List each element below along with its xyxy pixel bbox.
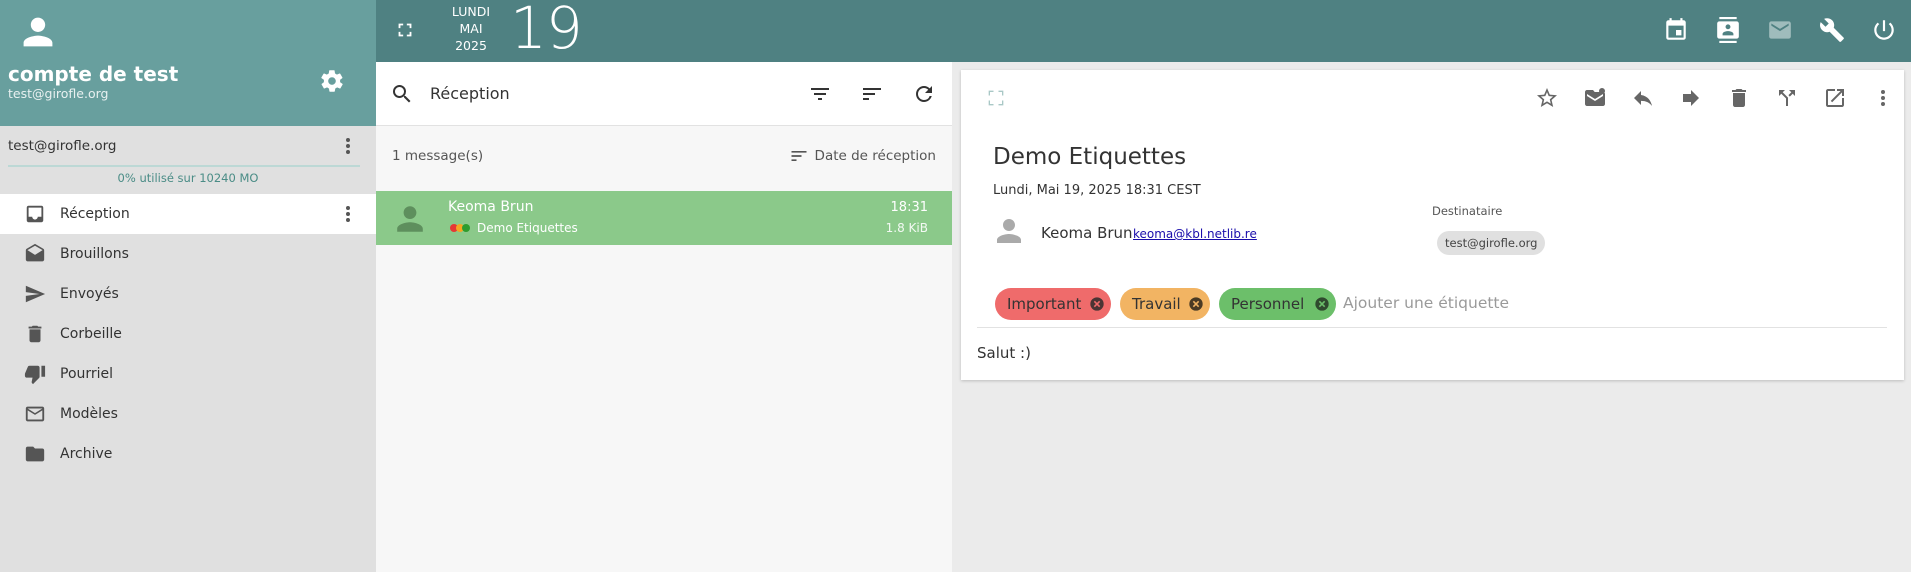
folder-item-drafts[interactable]: Brouillons (0, 234, 376, 274)
tag-dots-icon (450, 224, 470, 232)
mail-icon (25, 406, 45, 422)
folder-label: Réception (60, 206, 130, 222)
tag-label: Important (1007, 295, 1082, 313)
folder-title: Réception (430, 84, 510, 103)
folder-item-spam[interactable]: Pourriel (0, 354, 376, 394)
remove-tag-icon[interactable] (1089, 296, 1105, 312)
folder-item-archive[interactable]: Archive (0, 434, 376, 474)
message-list-panel: Réception 1 message(s) Date de réception… (376, 62, 952, 572)
forward-icon[interactable] (1679, 86, 1703, 110)
folder-item-sent[interactable]: Envoyés (0, 274, 376, 314)
power-icon[interactable] (1871, 17, 1897, 43)
list-toolbar: 1 message(s) Date de réception (376, 126, 952, 182)
date-number: 19 (510, 0, 583, 62)
open-external-icon[interactable] (1823, 86, 1847, 110)
refresh-icon[interactable] (912, 82, 936, 106)
folder-label: Brouillons (60, 246, 129, 262)
tag-personnel[interactable]: Personnel (1219, 288, 1336, 320)
message-title: Demo Etiquettes (993, 144, 1187, 170)
message-body: Salut :) (977, 344, 1031, 362)
account-row[interactable]: test@girofle.org (0, 126, 376, 166)
quota-bar (8, 165, 360, 167)
sender-name: Keoma Brun (1041, 224, 1133, 242)
trash-icon (28, 325, 42, 343)
star-icon[interactable] (1535, 86, 1559, 110)
wrench-icon[interactable] (1819, 17, 1845, 43)
calendar-icon[interactable] (1663, 17, 1689, 43)
account-name: compte de test (8, 62, 179, 86)
tag-travail[interactable]: Travail (1120, 288, 1210, 320)
list-item[interactable]: Keoma Brun Demo Etiquettes 18:31 1.8 KiB (376, 191, 952, 245)
avatar (23, 17, 53, 47)
search-icon[interactable] (390, 82, 414, 106)
divider (977, 327, 1887, 328)
folder-label: Archive (60, 446, 113, 462)
recipient-label: Destinataire (1432, 204, 1503, 218)
account-header: compte de test test@girofle.org (0, 0, 376, 126)
folder-item-trash[interactable]: Corbeille (0, 314, 376, 354)
drafts-icon (25, 243, 45, 262)
more-icon[interactable] (1871, 86, 1895, 110)
filter-icon[interactable] (808, 82, 832, 106)
tag-label: Travail (1132, 295, 1181, 313)
top-bar: LUNDI MAI 2025 19 (376, 0, 1911, 62)
gear-icon[interactable] (319, 68, 345, 94)
sort-label: Date de réception (814, 148, 936, 164)
folder-label: Envoyés (60, 286, 119, 302)
delete-icon[interactable] (1727, 86, 1751, 110)
folder-label: Pourriel (60, 366, 114, 382)
tag-important[interactable]: Important (995, 288, 1111, 320)
mark-unread-icon[interactable] (1583, 86, 1607, 110)
send-icon (25, 285, 46, 303)
avatar (397, 206, 423, 232)
account-row-email: test@girofle.org (8, 138, 117, 154)
fullscreen-icon[interactable] (394, 19, 416, 41)
message-time: 18:31 (890, 200, 928, 215)
remove-tag-icon[interactable] (1188, 296, 1204, 312)
folder-list: Réception Brouillons Envoyés Corbeille P… (0, 194, 376, 474)
message-size: 1.8 KiB (885, 221, 928, 235)
folder-item-reception[interactable]: Réception (0, 194, 376, 234)
remove-tag-icon[interactable] (1314, 296, 1330, 312)
folder-label: Corbeille (60, 326, 122, 342)
message-sender: Keoma Brun (448, 199, 534, 215)
search-bar[interactable]: Réception (376, 62, 952, 126)
date-text: LUNDI MAI 2025 (451, 4, 491, 53)
sender-avatar-icon (997, 219, 1021, 243)
account-email: test@girofle.org (8, 86, 109, 101)
quota-text: 0% utilisé sur 10240 MO (117, 171, 259, 185)
folder-icon (25, 446, 45, 462)
message-subject: Demo Etiquettes (477, 221, 578, 235)
tag-label: Personnel (1231, 295, 1305, 313)
message-date: Lundi, Mai 19, 2025 18:31 CEST (993, 183, 1201, 198)
sender-email-link[interactable]: keoma@kbl.netlib.re (1133, 227, 1257, 241)
move-icon[interactable] (1775, 86, 1799, 110)
folder-menu-icon[interactable] (336, 202, 360, 226)
thumb-down-icon (24, 365, 46, 385)
inbox-icon (26, 205, 44, 223)
sort-selector[interactable]: Date de réception (789, 146, 936, 166)
expand-icon[interactable] (986, 88, 1006, 108)
contacts-icon[interactable] (1715, 17, 1741, 43)
sidebar: compte de test test@girofle.org test@gir… (0, 0, 376, 572)
folder-item-templates[interactable]: Modèles (0, 394, 376, 434)
reply-icon[interactable] (1631, 86, 1655, 110)
folder-label: Modèles (60, 406, 118, 422)
account-menu-icon[interactable] (336, 134, 360, 158)
sort-icon (791, 151, 807, 161)
sort-icon[interactable] (860, 82, 884, 106)
message-pane: Demo Etiquettes Lundi, Mai 19, 2025 18:3… (961, 70, 1904, 380)
recipient-chip[interactable]: test@girofle.org (1437, 231, 1546, 255)
mail-icon[interactable] (1767, 17, 1793, 43)
add-tag-input[interactable]: Ajouter une étiquette (1343, 294, 1509, 312)
message-count: 1 message(s) (392, 148, 484, 164)
